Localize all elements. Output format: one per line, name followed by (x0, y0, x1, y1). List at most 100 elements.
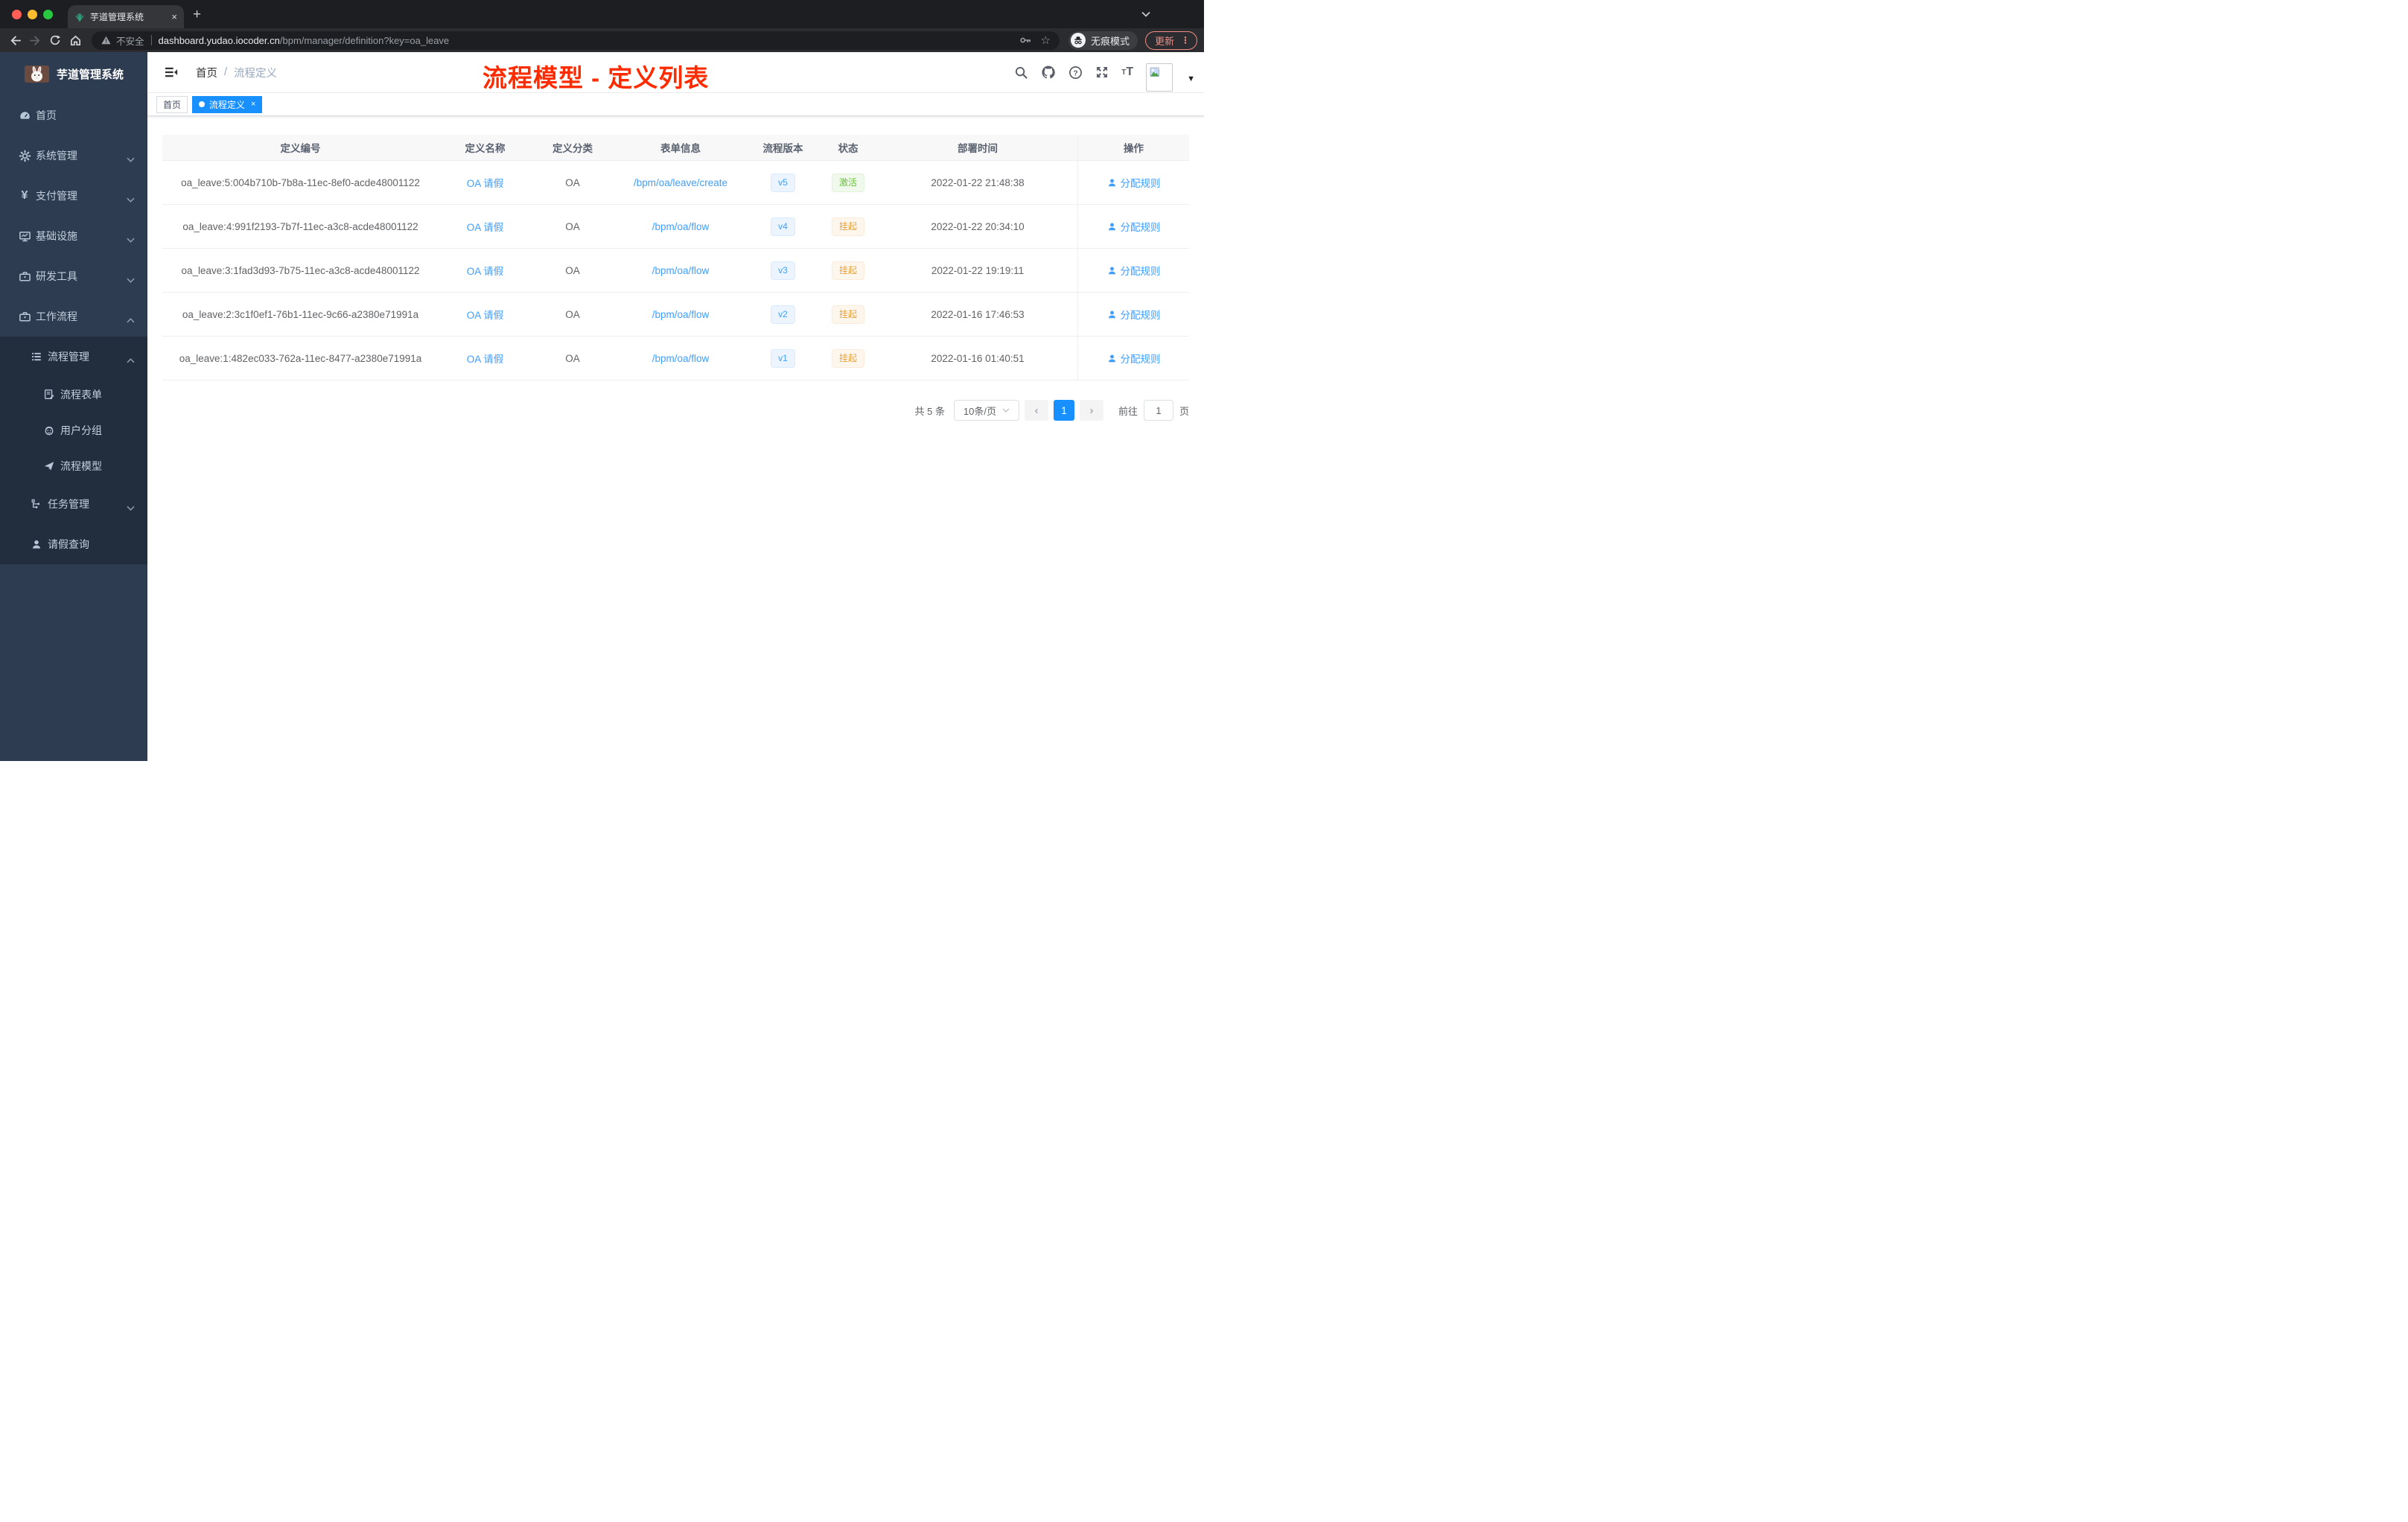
table-row: oa_leave:2:3c1f0ef1-76b1-11ec-9c66-a2380… (162, 293, 1189, 337)
avatar-caret-icon[interactable]: ▼ (1187, 74, 1195, 83)
definition-name-link[interactable]: OA 请假 (467, 307, 504, 322)
form-link[interactable]: /bpm/oa/leave/create (634, 177, 727, 188)
definition-name-link[interactable]: OA 请假 (467, 219, 504, 234)
address-bar[interactable]: 不安全 dashboard.yudao.iocoder.cn/bpm/manag… (92, 31, 1060, 50)
sidebar-item-task-mgmt[interactable]: 任务管理 (0, 484, 147, 524)
tag-close-icon[interactable]: × (251, 100, 255, 109)
close-window-button[interactable] (12, 9, 22, 19)
sidebar-item-process-form[interactable]: 流程表单 (0, 377, 147, 413)
zoom-window-button[interactable] (43, 9, 53, 19)
person-icon (1108, 354, 1115, 362)
col-header: 定义编号 (280, 143, 321, 154)
status-badge: 挂起 (831, 348, 864, 368)
github-icon[interactable] (1041, 65, 1056, 80)
sidebar-item-process-model[interactable]: 流程模型 (0, 448, 147, 484)
security-label[interactable]: 不安全 (116, 34, 144, 48)
sidebar-item-payment[interactable]: ¥ 支付管理 (0, 176, 147, 216)
assign-rule-link[interactable]: 分配规则 (1107, 219, 1161, 234)
jump-page-input[interactable]: 1 (1143, 400, 1173, 421)
breadcrumb-separator: / (224, 66, 228, 78)
assign-rule-link[interactable]: 分配规则 (1107, 175, 1161, 190)
form-link[interactable]: /bpm/oa/flow (652, 353, 710, 364)
col-header: 表单信息 (660, 143, 701, 154)
robot-icon (42, 424, 56, 437)
incognito-icon (1070, 33, 1086, 48)
breadcrumb-home[interactable]: 首页 (196, 65, 217, 80)
assign-rule-link[interactable]: 分配规则 (1107, 351, 1161, 366)
sidebar-item-leave-query[interactable]: 请假查询 (0, 524, 147, 564)
key-icon[interactable] (1019, 34, 1032, 46)
person-icon (30, 538, 43, 551)
current-page-button[interactable]: 1 (1053, 400, 1074, 421)
sidebar-item-label: 首页 (36, 109, 57, 121)
jump-prefix: 前往 (1118, 405, 1138, 417)
prev-page-button[interactable]: ‹ (1024, 400, 1048, 421)
version-badge: v2 (771, 305, 795, 324)
sidebar-item-user-group[interactable]: 用户分组 (0, 413, 147, 448)
form-link[interactable]: /bpm/oa/flow (652, 221, 710, 232)
sidebar-item-home[interactable]: 首页 (0, 95, 147, 136)
tag-label: 流程定义 (209, 99, 246, 110)
form-link[interactable]: /bpm/oa/flow (652, 309, 710, 320)
cell-deploy-time: 2022-01-22 21:48:38 (931, 176, 1025, 188)
status-badge: 激活 (831, 173, 864, 192)
cell-definition-id: oa_leave:1:482ec033-762a-11ec-8477-a2380… (179, 352, 422, 364)
new-tab-button[interactable]: + (193, 7, 201, 22)
tab-search-chevron-icon[interactable] (1141, 11, 1150, 17)
browser-menu-update-button[interactable]: 更新 ⋮ (1144, 31, 1197, 50)
definition-name-link[interactable]: OA 请假 (467, 263, 504, 278)
sidebar-item-label: 支付管理 (36, 190, 77, 202)
home-icon[interactable] (67, 34, 83, 47)
fullscreen-icon[interactable] (1095, 66, 1109, 79)
gear-icon (18, 149, 31, 162)
url-text[interactable]: dashboard.yudao.iocoder.cn/bpm/manager/d… (159, 35, 450, 46)
sidebar-collapse-icon[interactable] (159, 66, 184, 79)
update-label[interactable]: 更新 (1155, 34, 1174, 48)
sidebar-item-devtools[interactable]: 研发工具 (0, 256, 147, 296)
sidebar-item-system[interactable]: 系统管理 (0, 136, 147, 176)
next-page-button[interactable]: › (1079, 400, 1103, 421)
tag-process-definition[interactable]: 流程定义 × (192, 95, 263, 113)
tag-home[interactable]: 首页 (156, 95, 188, 113)
yen-icon: ¥ (21, 189, 28, 202)
font-size-icon[interactable]: TT (1121, 66, 1133, 79)
search-icon[interactable] (1014, 66, 1028, 80)
security-warning-icon[interactable] (101, 35, 112, 45)
page-content: 定义编号 定义名称 定义分类 表单信息 流程版本 状态 部署时间 操作 oa_l… (147, 116, 1204, 761)
forward-icon[interactable] (27, 34, 43, 47)
jump-suffix: 页 (1179, 405, 1189, 417)
reload-icon[interactable] (47, 34, 63, 46)
assign-rule-link[interactable]: 分配规则 (1107, 263, 1161, 278)
cell-deploy-time: 2022-01-16 17:46:53 (931, 308, 1025, 320)
col-header: 流程版本 (762, 143, 803, 154)
tab-close-icon[interactable]: × (171, 12, 177, 22)
sidebar-item-label: 流程管理 (48, 351, 89, 363)
assign-rule-label: 分配规则 (1120, 266, 1161, 277)
table-row: oa_leave:3:1fad3d93-7b75-11ec-a3c8-acde4… (162, 249, 1189, 293)
version-badge: v5 (771, 173, 795, 192)
status-badge: 挂起 (831, 305, 864, 324)
col-header: 定义分类 (552, 143, 593, 154)
window-controls[interactable] (12, 9, 53, 19)
browser-menu-dots-icon[interactable]: ⋮ (1181, 35, 1190, 45)
sidebar-item-label: 用户分组 (60, 424, 102, 436)
assign-rule-link[interactable]: 分配规则 (1107, 307, 1161, 322)
help-question-icon[interactable]: ? (1068, 66, 1083, 80)
form-link[interactable]: /bpm/oa/flow (652, 265, 710, 276)
minimize-window-button[interactable] (28, 9, 37, 19)
browser-tab[interactable]: 芋道管理系统 × (68, 5, 184, 28)
app-logo[interactable]: 芋道管理系统 (0, 52, 147, 95)
bookmark-star-icon[interactable]: ☆ (1041, 35, 1051, 46)
sidebar-item-workflow[interactable]: 工作流程 (0, 296, 147, 337)
definition-name-link[interactable]: OA 请假 (467, 351, 504, 366)
user-avatar[interactable] (1146, 63, 1173, 92)
page-size-select[interactable]: 10条/页 (953, 400, 1019, 421)
back-icon[interactable] (7, 34, 23, 47)
sidebar-item-label: 系统管理 (36, 150, 77, 162)
sidebar-item-process-mgmt[interactable]: 流程管理 (0, 337, 147, 377)
sidebar-item-infra[interactable]: 基础设施 (0, 216, 147, 256)
dashboard-icon (18, 109, 31, 122)
definition-name-link[interactable]: OA 请假 (467, 175, 504, 190)
browser-toolbar: 不安全 dashboard.yudao.iocoder.cn/bpm/manag… (0, 28, 1204, 52)
url-host: dashboard.yudao.iocoder.cn (158, 34, 280, 46)
